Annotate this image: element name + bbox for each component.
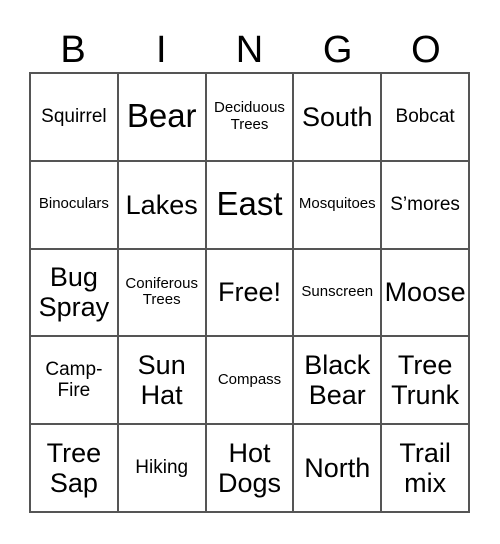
bingo-cell-label: Camp-Fire	[45, 359, 103, 402]
header-letter-g: G	[322, 29, 353, 71]
bingo-cell-label: Bug Spray	[38, 262, 110, 323]
bingo-cell[interactable]: Bobcat	[381, 73, 469, 161]
bingo-cell[interactable]: Bug Spray	[30, 248, 118, 337]
bingo-cell[interactable]: Hiking	[117, 424, 206, 512]
bingo-cell-label: Deciduous Trees	[214, 99, 285, 133]
bingo-cell[interactable]: Sun Hat	[117, 336, 206, 425]
bingo-cell[interactable]: South	[293, 73, 382, 161]
header-letter-n: N	[235, 29, 264, 71]
bingo-cell-label: Black Bear	[304, 350, 371, 411]
bingo-cell-label: South	[302, 101, 373, 132]
bingo-cell[interactable]: Free!	[205, 248, 294, 337]
bingo-cell-label: Trail mix	[399, 437, 451, 499]
bingo-cell-label: Moose	[384, 277, 466, 308]
bingo-cell-label: Mosquitoes	[298, 195, 376, 213]
bingo-cell-label: Sun Hat	[137, 350, 186, 411]
bingo-cell[interactable]: Black Bear	[293, 336, 382, 425]
bingo-grid: Squirrel Bear Deciduous Trees South Bobcat Bi…	[29, 72, 470, 513]
bingo-cell[interactable]: Lakes	[117, 160, 206, 249]
bingo-cell[interactable]: Bear	[117, 73, 206, 161]
bingo-cell[interactable]: Trail mix	[381, 424, 469, 512]
bingo-cell-label: Tree Trunk	[391, 350, 460, 411]
bingo-cell[interactable]: Binoculars	[30, 160, 118, 249]
bingo-cell[interactable]: Deciduous Trees	[205, 73, 294, 161]
bingo-cell[interactable]: Coniferous Trees	[117, 248, 206, 337]
bingo-cell[interactable]: Tree Sap	[30, 424, 118, 512]
bingo-cell[interactable]: Hot Dogs	[205, 424, 294, 512]
bingo-cell-label: Tree Sap	[46, 437, 102, 499]
bingo-cell[interactable]: East	[205, 160, 294, 249]
header-letter-b: B	[60, 29, 86, 71]
bingo-cell-label: Free!	[217, 277, 281, 308]
bingo-cell[interactable]: S’mores	[381, 160, 469, 249]
bingo-cell[interactable]: Squirrel	[30, 73, 118, 161]
bingo-cell-label: Binoculars	[38, 195, 109, 213]
bingo-cell[interactable]: North	[293, 424, 382, 512]
bingo-cell-label: East	[216, 185, 283, 223]
bingo-cell[interactable]: Tree Trunk	[381, 336, 469, 425]
bingo-cell[interactable]: Compass	[205, 336, 294, 425]
bingo-cell-label: Hiking	[135, 457, 189, 479]
bingo-cell[interactable]: Camp-Fire	[30, 336, 118, 425]
bingo-cell-label: Lakes	[125, 189, 198, 220]
bingo-cell[interactable]: Moose	[381, 248, 469, 337]
bingo-cell-label: Coniferous Trees	[125, 274, 198, 309]
bingo-cell[interactable]: Mosquitoes	[293, 160, 382, 249]
header-letter-o: O	[411, 29, 441, 71]
bingo-cell-label: Bear	[126, 97, 197, 135]
header-letter-i: I	[156, 29, 167, 71]
bingo-cell-label: S’mores	[390, 194, 460, 216]
bingo-cell-label: Hot Dogs	[217, 437, 281, 499]
bingo-cell-label: Compass	[217, 370, 282, 388]
bingo-cell[interactable]: Sunscreen	[293, 248, 382, 337]
bingo-cell-label: North	[304, 452, 371, 483]
bingo-cell-label: Squirrel	[41, 106, 107, 128]
bingo-cell-label: Bobcat	[395, 106, 455, 128]
bingo-header: B I N G O	[29, 28, 470, 72]
bingo-cell-label: Sunscreen	[301, 283, 374, 301]
